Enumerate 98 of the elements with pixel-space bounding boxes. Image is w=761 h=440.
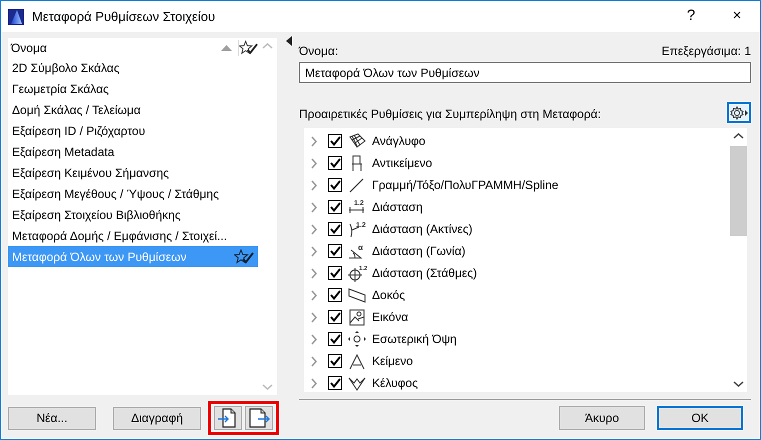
close-button[interactable]: ×	[714, 1, 760, 32]
check-icon	[330, 356, 340, 366]
expand-icon[interactable]	[311, 180, 318, 190]
checkbox[interactable]	[328, 200, 342, 214]
list-item[interactable]: Εξαίρεση Κειμένου Σήμανσης	[8, 162, 258, 183]
export-button[interactable]	[245, 406, 273, 430]
window-title: Μεταφορά Ρυθμίσεων Στοιχείου	[32, 8, 216, 26]
option-label: Ανάγλυφο	[372, 133, 426, 150]
image-icon	[347, 308, 367, 326]
expand-icon[interactable]	[311, 268, 318, 278]
option-label: Αντικείμενο	[372, 155, 432, 172]
expand-icon[interactable]	[311, 312, 318, 322]
list-item-label: 2D Σύμβολο Σκάλας	[12, 60, 120, 76]
column-header[interactable]: Όνομα	[11, 38, 47, 56]
check-icon	[330, 312, 340, 322]
option-label: Δοκός	[372, 287, 405, 304]
list-item-label: Δομή Σκάλας / Τελείωμα	[12, 102, 141, 118]
list-item[interactable]: Δομή Σκάλας / Τελείωμα	[8, 99, 258, 120]
option-label: Διάσταση	[372, 199, 423, 216]
expand-icon[interactable]	[311, 356, 318, 366]
check-icon	[330, 378, 340, 388]
list-item-label: Εξαίρεση Metadata	[12, 144, 114, 160]
option-label: Κείμενο	[372, 353, 413, 370]
name-field[interactable]: Μεταφορά Όλων των Ρυθμίσεων	[299, 62, 751, 83]
option-label: Διάσταση (Γωνία)	[372, 243, 466, 260]
checkbox[interactable]	[328, 266, 342, 280]
expand-icon[interactable]	[311, 334, 318, 344]
list-item-label: Εξαίρεση Κειμένου Σήμανσης	[12, 164, 169, 182]
list-item[interactable]: Εξαίρεση Metadata	[8, 141, 258, 162]
check-icon	[330, 136, 340, 146]
options-label: Προαιρετικές Ρυθμίσεις για Συμπερίληψη στη Μεταφορά:	[299, 106, 601, 123]
list-item-label: Μεταφορά Δομής / Εμφάνισης / Στοιχεί...	[12, 228, 228, 244]
list-item-label: Εξαίρεση Μεγέθους / Ύψους / Στάθμης	[12, 186, 219, 202]
scroll-up-icon[interactable]	[732, 132, 744, 140]
new-button[interactable]: Νέα...	[8, 406, 96, 430]
check-icon	[330, 268, 340, 278]
favorite-icon	[234, 248, 254, 264]
check-icon	[330, 334, 340, 344]
option-label: Εσωτερική Όψη	[372, 331, 457, 348]
import-icon	[218, 407, 238, 429]
list-item-label: Γεωμετρία Σκάλας	[12, 80, 109, 98]
sort-icon	[221, 44, 232, 51]
expand-icon[interactable]	[311, 246, 318, 256]
collapse-icon[interactable]	[286, 36, 292, 46]
expand-icon[interactable]	[311, 378, 318, 388]
settings-icon	[730, 106, 748, 120]
editable-count: Επεξεργάσιμα: 1	[662, 43, 751, 60]
list-item-label: Εξαίρεση Στοιχείου Βιβλιοθήκης	[12, 206, 181, 224]
elevation-icon	[347, 330, 367, 348]
import-button[interactable]	[214, 406, 242, 430]
checkbox[interactable]	[328, 376, 342, 390]
list-item[interactable]: Μεταφορά Δομής / Εμφάνισης / Στοιχεί...	[8, 225, 258, 246]
checkbox[interactable]	[328, 134, 342, 148]
checkbox[interactable]	[328, 178, 342, 192]
list-item-label: Μεταφορά Όλων των Ρυθμίσεων	[12, 248, 186, 266]
list-item-label: Εξαίρεση ID / Ριζόχαρτου	[12, 122, 146, 140]
list-item[interactable]: Εξαίρεση ID / Ριζόχαρτου	[8, 120, 258, 141]
checkbox[interactable]	[328, 310, 342, 324]
check-icon	[330, 180, 340, 190]
check-icon	[330, 246, 340, 256]
favorite-icon	[238, 40, 258, 56]
checkbox[interactable]	[328, 222, 342, 236]
option-label: Εικόνα	[372, 309, 408, 326]
scroll-thumb[interactable]	[730, 146, 746, 236]
delete-button[interactable]: Διαγραφή	[113, 406, 201, 430]
list-item[interactable]: 2D Σύμβολο Σκάλας	[8, 57, 258, 78]
list-item[interactable]: Γεωμετρία Σκάλας	[8, 78, 258, 99]
checkbox[interactable]	[328, 354, 342, 368]
name-label: Όνομα:	[299, 43, 338, 60]
check-icon	[330, 290, 340, 300]
settings-button[interactable]	[727, 102, 751, 123]
expand-icon[interactable]	[311, 158, 318, 168]
ok-button[interactable]: OK	[657, 406, 743, 430]
expand-icon[interactable]	[311, 224, 318, 234]
checkbox[interactable]	[328, 244, 342, 258]
export-icon	[248, 407, 270, 429]
mesh-icon	[347, 132, 367, 150]
checkbox[interactable]	[328, 332, 342, 346]
checkbox[interactable]	[328, 156, 342, 170]
expand-icon[interactable]	[311, 290, 318, 300]
cancel-button[interactable]: Άκυρο	[559, 406, 645, 430]
text-icon	[347, 352, 367, 370]
help-button[interactable]: ?	[668, 1, 714, 32]
option-label: Γραμμή/Τόξο/ΠολυΓΡΑΜΜΗ/Spline	[372, 177, 558, 194]
option-label: Κέλυφος	[372, 375, 418, 392]
list-item[interactable]: Εξαίρεση Στοιχείου Βιβλιοθήκης	[8, 204, 258, 225]
expand-icon[interactable]	[311, 202, 318, 212]
check-icon	[330, 202, 340, 212]
option-label: Διάσταση (Στάθμες)	[372, 265, 478, 282]
app-icon	[8, 8, 24, 24]
check-icon	[330, 158, 340, 168]
checkbox[interactable]	[328, 288, 342, 302]
scroll-down-icon[interactable]	[732, 380, 744, 388]
expand-icon[interactable]	[311, 136, 318, 146]
check-icon	[330, 224, 340, 234]
beam-icon	[347, 286, 367, 304]
option-label: Διάσταση (Ακτίνες)	[372, 221, 472, 238]
list-item[interactable]: Εξαίρεση Μεγέθους / Ύψους / Στάθμης	[8, 183, 258, 204]
